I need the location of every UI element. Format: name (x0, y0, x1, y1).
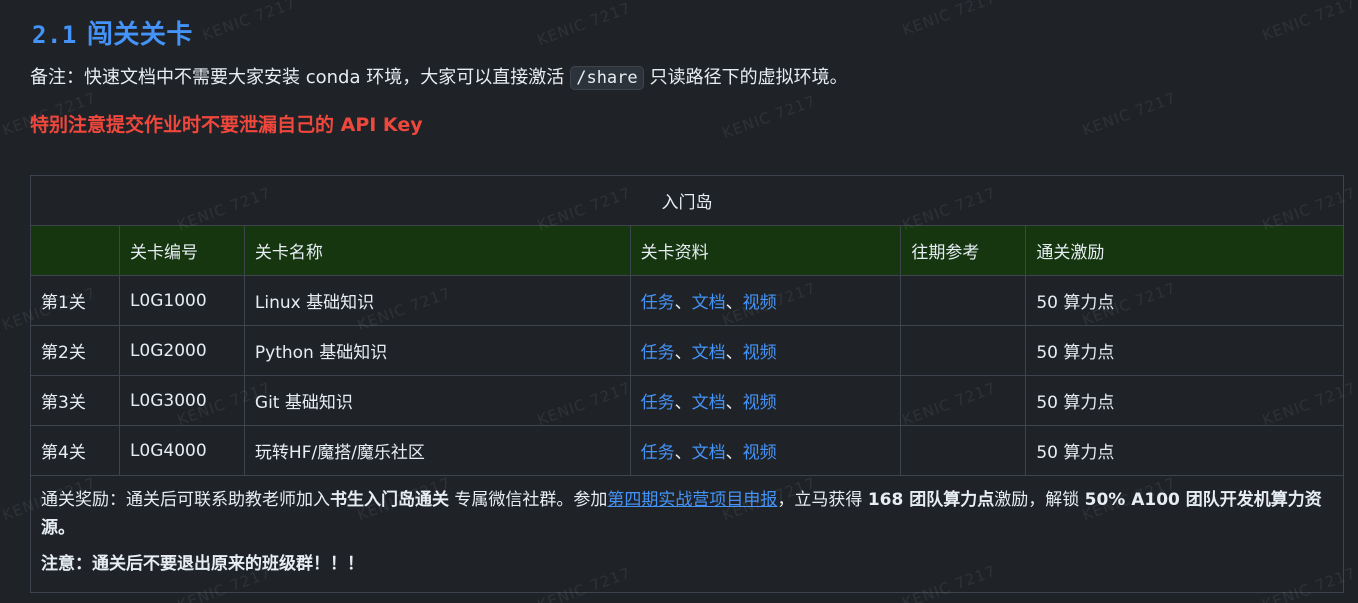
watermark: KENIC 7217 (1259, 0, 1358, 45)
materials-cell: 任务、文档、视频 (629, 325, 902, 376)
name-cell: Python 基础知识 (243, 325, 631, 376)
doc-link[interactable]: 文档 (692, 293, 726, 313)
table-row: 第1关 L0G1000 Linux 基础知识 任务、文档、视频 50 算力点 (30, 275, 1344, 326)
document-page: 2.1 闯关关卡 备注：快速文档中不需要大家安装 conda 环境，大家可以直接激… (0, 0, 1358, 603)
table-caption: 入门岛 (30, 175, 1344, 226)
reference-cell (900, 325, 1027, 376)
table-footer-row: 通关奖励：通关后可联系助教老师加入书生入门岛通关 专属微信社群。参加第四期实战营… (30, 475, 1344, 593)
video-link[interactable]: 视频 (743, 443, 777, 463)
footer-text: ，立马获得 (777, 490, 863, 510)
note-paragraph: 备注：快速文档中不需要大家安装 conda 环境，大家可以直接激活/share 只… (30, 64, 848, 92)
doc-link[interactable]: 文档 (692, 393, 726, 413)
watermark: KENIC 7217 (534, 0, 634, 50)
project-application-link[interactable]: 第四期实战营项目申报 (607, 490, 777, 510)
name-cell: 玩转HF/魔搭/魔乐社区 (243, 425, 631, 476)
watermark: KENIC 7217 (719, 91, 819, 143)
note-suffix: 只读路径下的虚拟环境。 (649, 67, 848, 88)
link-separator: 、 (674, 343, 692, 363)
video-link[interactable]: 视频 (743, 393, 777, 413)
link-separator: 、 (674, 393, 692, 413)
section-number: 2.1 (32, 21, 77, 49)
reward-cell: 50 算力点 (1025, 325, 1344, 376)
notice-paragraph: 注意：通关后不要退出原来的班级群！！！ (41, 550, 1333, 578)
section-title: 2.1 闯关关卡 (32, 14, 193, 51)
reward-paragraph: 通关奖励：通关后可联系助教老师加入书生入门岛通关 专属微信社群。参加第四期实战营… (41, 486, 1333, 542)
name-cell: Git 基础知识 (243, 375, 631, 426)
video-link[interactable]: 视频 (743, 293, 777, 313)
notice-text: 注意：通关后不要退出原来的班级群！！！ (41, 554, 364, 574)
doc-link[interactable]: 文档 (692, 343, 726, 363)
share-path-code: /share (570, 66, 644, 90)
watermark: KENIC 7217 (899, 0, 999, 40)
materials-cell: 任务、文档、视频 (629, 425, 902, 476)
header-stage (30, 225, 120, 276)
reference-cell (900, 425, 1027, 476)
link-separator: 、 (725, 343, 743, 363)
header-code: 关卡编号 (118, 225, 245, 276)
footer-text: 专属微信社群。参加 (454, 490, 608, 510)
stage-cell: 第2关 (30, 325, 120, 376)
reward-cell: 50 算力点 (1025, 275, 1344, 326)
task-link[interactable]: 任务 (641, 443, 675, 463)
link-separator: 、 (674, 293, 692, 313)
link-separator: 、 (725, 443, 743, 463)
materials-cell: 任务、文档、视频 (629, 375, 902, 426)
header-reward: 通关激励 (1025, 225, 1344, 276)
stage-cell: 第4关 (30, 425, 120, 476)
code-cell: L0G4000 (118, 425, 245, 476)
code-cell: L0G3000 (118, 375, 245, 426)
table-row: 第3关 L0G3000 Git 基础知识 任务、文档、视频 50 算力点 (30, 375, 1344, 426)
footer-bold-points: 168 团队算力点 (867, 490, 995, 510)
note-prefix: 备注：快速文档中不需要大家安装 conda 环境，大家可以直接激活 (30, 67, 565, 88)
levels-table: 入门岛 关卡编号 关卡名称 关卡资料 往期参考 通关激励 第1关 L0G1000… (30, 175, 1344, 593)
video-link[interactable]: 视频 (743, 343, 777, 363)
reference-cell (900, 375, 1027, 426)
task-link[interactable]: 任务 (641, 343, 675, 363)
link-separator: 、 (674, 443, 692, 463)
code-cell: L0G2000 (118, 325, 245, 376)
table-header-row: 关卡编号 关卡名称 关卡资料 往期参考 通关激励 (30, 225, 1344, 276)
link-separator: 、 (725, 293, 743, 313)
task-link[interactable]: 任务 (641, 293, 675, 313)
stage-cell: 第3关 (30, 375, 120, 426)
reward-cell: 50 算力点 (1025, 375, 1344, 426)
header-materials: 关卡资料 (629, 225, 902, 276)
footer-text: 激励，解锁 (994, 490, 1080, 510)
name-cell: Linux 基础知识 (243, 275, 631, 326)
table-row: 第2关 L0G2000 Python 基础知识 任务、文档、视频 50 算力点 (30, 325, 1344, 376)
stage-cell: 第1关 (30, 275, 120, 326)
watermark: KENIC 7217 (199, 0, 299, 45)
header-name: 关卡名称 (243, 225, 631, 276)
table-row: 第4关 L0G4000 玩转HF/魔搭/魔乐社区 任务、文档、视频 50 算力点 (30, 425, 1344, 476)
table-caption-row: 入门岛 (30, 175, 1344, 226)
materials-cell: 任务、文档、视频 (629, 275, 902, 326)
footer-cell: 通关奖励：通关后可联系助教老师加入书生入门岛通关 专属微信社群。参加第四期实战营… (30, 475, 1344, 593)
watermark: KENIC 7217 (1079, 88, 1179, 140)
footer-text: 通关奖励：通关后可联系助教老师加入 (41, 490, 330, 510)
link-separator: 、 (725, 393, 743, 413)
section-title-text: 闯关关卡 (86, 20, 193, 50)
reward-cell: 50 算力点 (1025, 425, 1344, 476)
api-key-warning: 特别注意提交作业时不要泄漏自己的 API Key (30, 114, 423, 136)
reference-cell (900, 275, 1027, 326)
code-cell: L0G1000 (118, 275, 245, 326)
task-link[interactable]: 任务 (641, 393, 675, 413)
footer-bold-group: 书生入门岛通关 (330, 490, 449, 510)
doc-link[interactable]: 文档 (692, 443, 726, 463)
header-reference: 往期参考 (900, 225, 1027, 276)
